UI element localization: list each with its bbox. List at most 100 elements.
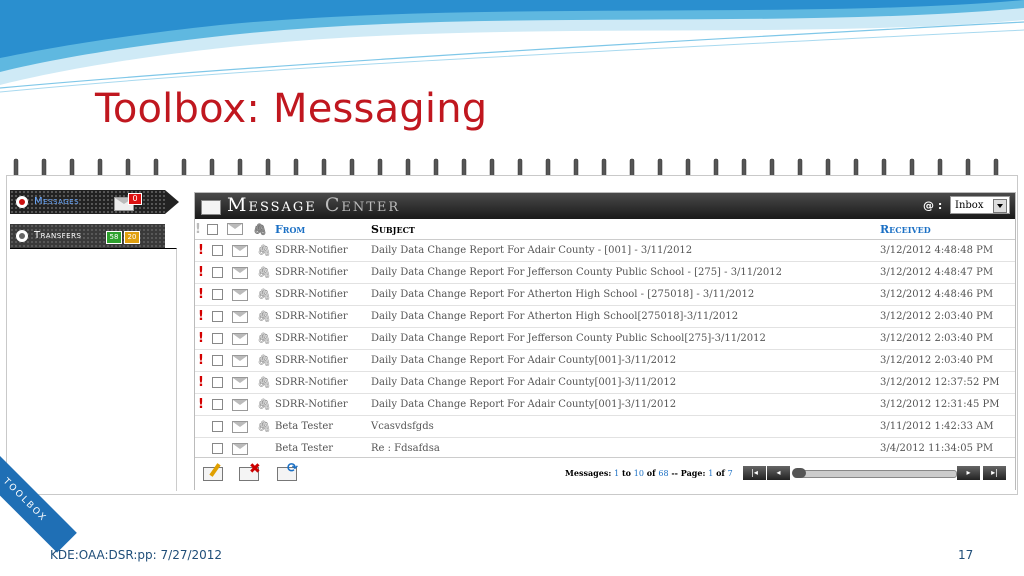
cell-subject[interactable]: Daily Data Change Report For Adair Count… bbox=[371, 371, 880, 394]
column-header-subject[interactable]: Subject bbox=[371, 219, 880, 240]
envelope-icon bbox=[201, 200, 221, 215]
cell-subject[interactable]: Daily Data Change Report For Jefferson C… bbox=[371, 261, 880, 284]
cell-subject[interactable]: Daily Data Change Report For Adair Count… bbox=[371, 239, 880, 262]
table-row[interactable]: ! 🖇 SDRR-Notifier Daily Data Change Repo… bbox=[195, 305, 1015, 328]
row-checkbox[interactable] bbox=[211, 267, 223, 278]
cell-received: 3/12/2012 2:03:40 PM bbox=[880, 305, 1015, 328]
paperclip-icon: 🖇 bbox=[257, 244, 271, 257]
envelope-icon bbox=[232, 332, 248, 345]
select-all-checkbox[interactable] bbox=[207, 219, 227, 240]
first-page-button[interactable]: |◂ bbox=[743, 466, 766, 480]
message-table: ! 🖇 From Subject Received ! 🖇 SDRR-Notif… bbox=[195, 219, 1015, 460]
cell-received: 3/12/2012 2:03:40 PM bbox=[880, 327, 1015, 350]
paperclip-icon: 🖇 bbox=[257, 398, 271, 411]
table-row[interactable]: ! 🖇 SDRR-Notifier Daily Data Change Repo… bbox=[195, 371, 1015, 394]
envelope-icon bbox=[232, 288, 248, 301]
column-header-from[interactable]: From bbox=[275, 219, 371, 240]
priority-flag-icon: ! bbox=[198, 309, 204, 324]
envelope-icon bbox=[232, 310, 248, 323]
cell-received: 3/11/2012 1:42:33 AM bbox=[880, 415, 1015, 438]
slide-footer: KDE:OAA:DSR:pp: 7/27/2012 bbox=[50, 548, 223, 562]
cell-from: SDRR-Notifier bbox=[275, 305, 371, 328]
toolbox-sidebar: Messages 0 Transfers 58 20 bbox=[10, 190, 190, 491]
transfer-pending-badge: 20 bbox=[124, 231, 140, 244]
envelope-icon bbox=[232, 354, 248, 367]
row-checkbox[interactable] bbox=[211, 289, 223, 300]
paperclip-icon: 🖇 bbox=[257, 354, 271, 367]
attachment-column-header: 🖇 bbox=[253, 219, 275, 240]
paperclip-icon: 🖇 bbox=[257, 310, 271, 323]
refresh-button[interactable]: ⟳ bbox=[275, 461, 299, 483]
at-label: @ : bbox=[923, 199, 943, 212]
cell-subject[interactable]: Daily Data Change Report For Adair Count… bbox=[371, 393, 880, 416]
row-checkbox[interactable] bbox=[211, 399, 223, 410]
row-checkbox[interactable] bbox=[211, 377, 223, 388]
paperclip-icon: 🖇 bbox=[257, 266, 271, 279]
table-header-row: ! 🖇 From Subject Received bbox=[195, 219, 1015, 240]
cell-from: SDRR-Notifier bbox=[275, 261, 371, 284]
sidebar-item-transfers[interactable]: Transfers 58 20 bbox=[10, 224, 165, 248]
chevron-down-icon[interactable] bbox=[993, 199, 1007, 213]
header-waves bbox=[0, 0, 1024, 93]
cell-received: 3/12/2012 12:31:45 PM bbox=[880, 393, 1015, 416]
compose-button[interactable] bbox=[201, 463, 225, 483]
row-checkbox[interactable] bbox=[211, 355, 223, 366]
row-checkbox[interactable] bbox=[211, 443, 223, 454]
envelope-icon bbox=[232, 244, 248, 257]
last-page-button[interactable]: ▸| bbox=[983, 466, 1006, 480]
cell-from: SDRR-Notifier bbox=[275, 349, 371, 372]
table-row[interactable]: ! 🖇 SDRR-Notifier Daily Data Change Repo… bbox=[195, 349, 1015, 372]
cell-from: SDRR-Notifier bbox=[275, 239, 371, 262]
cell-from: SDRR-Notifier bbox=[275, 371, 371, 394]
priority-flag-icon: ! bbox=[198, 375, 204, 390]
selected-arrow-icon bbox=[165, 190, 179, 214]
paperclip-icon: 🖇 bbox=[257, 332, 271, 345]
table-row[interactable]: ! 🖇 SDRR-Notifier Daily Data Change Repo… bbox=[195, 283, 1015, 306]
table-row[interactable]: ! 🖇 SDRR-Notifier Daily Data Change Repo… bbox=[195, 393, 1015, 416]
row-checkbox[interactable] bbox=[211, 333, 223, 344]
envelope-icon bbox=[232, 266, 248, 279]
envelope-icon bbox=[227, 223, 243, 235]
flag-column-header: ! bbox=[195, 219, 207, 240]
cell-received: 3/12/2012 4:48:46 PM bbox=[880, 283, 1015, 306]
folder-select-value: Inbox bbox=[955, 200, 984, 211]
cell-from: SDRR-Notifier bbox=[275, 393, 371, 416]
priority-flag-icon: ! bbox=[198, 353, 204, 368]
cell-subject[interactable]: Daily Data Change Report For Adair Count… bbox=[371, 349, 880, 372]
message-center-header: Message Center @ : Inbox bbox=[195, 193, 1015, 219]
message-center-title: Message Center bbox=[227, 194, 401, 216]
table-row[interactable]: ! 🖇 SDRR-Notifier Daily Data Change Repo… bbox=[195, 239, 1015, 262]
next-page-button[interactable]: ▸ bbox=[957, 466, 980, 480]
sidebar-divider bbox=[10, 248, 177, 491]
row-checkbox[interactable] bbox=[211, 311, 223, 322]
delete-button[interactable]: ✖ bbox=[237, 461, 261, 483]
column-header-received[interactable]: Received bbox=[880, 219, 1015, 240]
cell-from: SDRR-Notifier bbox=[275, 327, 371, 350]
read-status-column-header bbox=[227, 219, 253, 240]
cell-subject[interactable]: Daily Data Change Report For Atherton Hi… bbox=[371, 283, 880, 306]
sidebar-item-label: Transfers bbox=[34, 230, 82, 241]
cell-received: 3/12/2012 4:48:47 PM bbox=[880, 261, 1015, 284]
envelope-icon bbox=[232, 442, 248, 455]
cell-subject[interactable]: Vcasvdsfgds bbox=[371, 415, 880, 438]
paperclip-icon: 🖇 bbox=[257, 376, 271, 389]
cell-received: 3/12/2012 4:48:48 PM bbox=[880, 239, 1015, 262]
paperclip-icon: 🖇 bbox=[257, 288, 271, 301]
page-slider[interactable] bbox=[792, 468, 957, 478]
sidebar-item-messages[interactable]: Messages 0 bbox=[10, 190, 165, 214]
prev-page-button[interactable]: ◂ bbox=[767, 466, 790, 480]
row-checkbox[interactable] bbox=[211, 245, 223, 256]
cell-subject[interactable]: Daily Data Change Report For Jefferson C… bbox=[371, 327, 880, 350]
cell-received: 3/12/2012 12:37:52 PM bbox=[880, 371, 1015, 394]
priority-flag-icon: ! bbox=[198, 265, 204, 280]
pagination-status: Messages: 1 to 10 of 68 -- Page: 1 of 7 bbox=[565, 468, 733, 478]
radio-selected-icon bbox=[16, 196, 28, 208]
cell-from: SDRR-Notifier bbox=[275, 283, 371, 306]
slider-handle[interactable] bbox=[792, 468, 806, 478]
folder-select[interactable]: Inbox bbox=[950, 196, 1010, 214]
table-row[interactable]: 🖇 Beta Tester Vcasvdsfgds 3/11/2012 1:42… bbox=[195, 415, 1015, 438]
table-row[interactable]: ! 🖇 SDRR-Notifier Daily Data Change Repo… bbox=[195, 261, 1015, 284]
cell-subject[interactable]: Daily Data Change Report For Atherton Hi… bbox=[371, 305, 880, 328]
table-row[interactable]: ! 🖇 SDRR-Notifier Daily Data Change Repo… bbox=[195, 327, 1015, 350]
row-checkbox[interactable] bbox=[211, 421, 223, 432]
